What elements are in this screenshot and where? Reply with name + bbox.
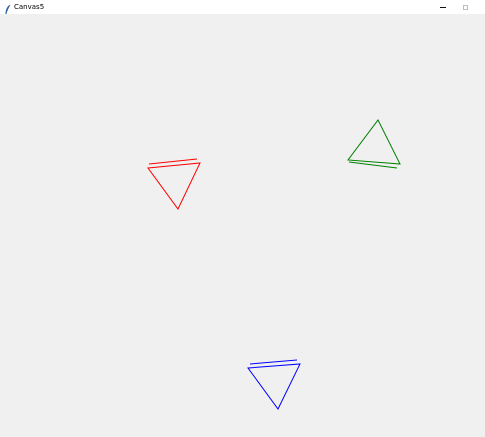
green-triangle-outline — [347, 119, 401, 165]
blue-triangle-outline — [247, 363, 301, 410]
drawing-canvas[interactable] — [0, 14, 485, 437]
minimize-icon — [440, 6, 446, 8]
red-triangle-outline — [147, 162, 201, 210]
maximize-button[interactable] — [454, 0, 476, 14]
feather-icon — [4, 1, 12, 16]
window-title: Canvas5 — [14, 3, 45, 11]
canvas-svg — [147, 119, 401, 410]
blue-triangle — [247, 359, 301, 410]
minimize-button[interactable] — [432, 0, 454, 14]
maximize-icon — [462, 4, 468, 10]
red-triangle — [147, 158, 201, 210]
red-triangle-crossline — [148, 158, 198, 165]
green-triangle — [347, 119, 401, 169]
app-window: Canvas5 — [0, 0, 485, 437]
blue-triangle-crossline — [249, 359, 298, 365]
title-bar[interactable]: Canvas5 — [0, 0, 485, 16]
